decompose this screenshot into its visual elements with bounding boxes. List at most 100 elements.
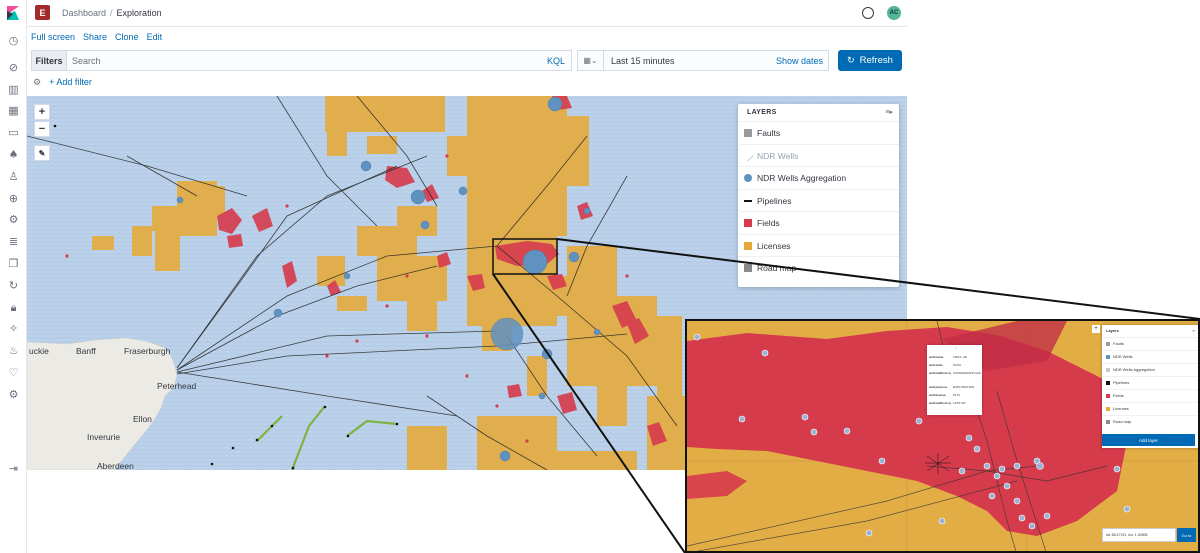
visualize-icon[interactable]: ▥ (7, 83, 20, 96)
go-to-button[interactable]: Go to (1177, 528, 1196, 542)
collapse-panel-icon[interactable]: ≡▸ (885, 108, 893, 116)
layer-swatch-icon (744, 129, 752, 137)
refresh-label: Refresh (859, 55, 893, 66)
calendar-icon[interactable]: ▦⌄ (578, 51, 604, 70)
layer-label: Fields (757, 218, 780, 228)
layer-swatch-icon (744, 264, 752, 272)
edit-link[interactable]: Edit (147, 32, 163, 42)
refresh-icon: ↻ (847, 55, 855, 65)
security-lock-icon[interactable]: 🔒︎ (7, 301, 20, 314)
inset-layer-label: NDR Wells Aggregation (1113, 367, 1155, 372)
siem-icon[interactable]: ↻ (7, 279, 20, 292)
search-input[interactable]: Search (72, 56, 101, 66)
inset-zoom-in-button[interactable]: + (1092, 325, 1100, 333)
space-selector-badge[interactable]: E (35, 5, 50, 20)
tooltip-row: well.name 7/9/16 -2E (929, 355, 967, 359)
layer-label: NDR Wells Aggregation (757, 173, 847, 183)
place-label: Peterhead (157, 381, 197, 391)
inset-collapse-icon[interactable]: ⇤ (1193, 328, 1196, 333)
layer-swatch-icon (744, 241, 752, 250)
layer-swatch-icon (744, 219, 752, 227)
uptime-icon[interactable]: ❐ (7, 257, 20, 270)
inset-layer-row[interactable]: Faults (1102, 337, 1198, 349)
inset-layer-row[interactable]: Fields (1102, 389, 1198, 401)
breadcrumb: Dashboard / Exploration (62, 8, 162, 18)
place-label: Fraserburgh (124, 346, 171, 356)
inset-layers-panel: Layers ⇤ Faults NDR Wells NDR Wells Aggreg… (1102, 325, 1198, 448)
show-dates-button[interactable]: Show dates (776, 56, 823, 66)
tooltip-close-icon[interactable]: × (955, 346, 957, 350)
layer-label: Pipelines (757, 195, 792, 206)
layer-swatch-icon (744, 174, 752, 182)
kibana-logo[interactable] (6, 6, 20, 20)
layer-label: Faults (757, 128, 781, 138)
layer-row[interactable]: NDR Wells (738, 143, 899, 166)
canvas-icon[interactable]: ▭ (7, 126, 20, 139)
place-label: Inverurie (87, 432, 121, 442)
collapse-nav-icon[interactable]: ⇥ (7, 462, 20, 475)
add-layer-button[interactable]: Add layer (1102, 434, 1195, 446)
layer-row[interactable]: Faults (738, 121, 899, 143)
ml-icon[interactable]: ♙ (7, 170, 20, 183)
inset-layer-row[interactable]: Pipelines (1102, 376, 1198, 388)
layer-row[interactable]: Fields (738, 211, 899, 233)
layer-row[interactable]: NDR Wells Aggregation (738, 166, 899, 188)
tooltip-row: well.purpose EXPLORATION (929, 385, 975, 389)
coordinate-input[interactable]: lat: 58.47191, lon: 1.00895 (1102, 528, 1176, 542)
tooltip-row: well.wellbore.ty CONDENSATE GAS (929, 371, 981, 375)
dashboard-icon[interactable]: ▦ (7, 104, 20, 117)
side-nav: ◷ ⊘ ▥ ▦ ▭ ♠ ♙ ⊕ ⚙ ≣ ❐ ↻ 🔒︎ ✧ ♨ ♡ ⚙ ⇥ (0, 0, 27, 553)
share-link[interactable]: Share (83, 32, 107, 42)
place-label: Ellon (133, 414, 152, 424)
layer-row[interactable]: Pipelines (738, 188, 899, 211)
inset-layer-label: Faults (1113, 341, 1124, 346)
layer-row[interactable]: Road map (738, 256, 899, 278)
query-bar: Filters Search KQL (31, 50, 572, 71)
date-picker: ▦⌄ Last 15 minutes Show dates (577, 50, 829, 71)
breadcrumb-dashboard[interactable]: Dashboard (62, 8, 106, 18)
refresh-button[interactable]: ↻ Refresh (838, 50, 902, 71)
maps-icon[interactable]: ♠ (7, 148, 20, 161)
tooltip-row: well.state SUSA (929, 363, 962, 367)
layer-row[interactable]: Licenses (738, 233, 899, 256)
monitoring-icon[interactable]: ♨ (7, 344, 20, 357)
inset-layer-row[interactable]: NDR Wells (1102, 350, 1198, 362)
help-icon[interactable] (862, 7, 874, 19)
inset-layer-swatch-icon (1106, 420, 1110, 424)
draw-tool-icon[interactable]: ✎ (34, 145, 50, 161)
recent-clock-icon[interactable]: ◷ (7, 34, 20, 47)
place-label: Banff (76, 346, 96, 356)
settings-gear-icon[interactable]: ⚙ (7, 388, 20, 401)
inset-layer-swatch-icon (1106, 407, 1110, 411)
inset-layer-row[interactable]: Licenses (1102, 402, 1198, 414)
inset-layer-row[interactable]: Road map (1102, 415, 1198, 427)
apm-icon[interactable]: ≣ (7, 235, 20, 248)
place-label: Aberdeen (97, 461, 134, 470)
full-screen-link[interactable]: Full screen (31, 32, 75, 42)
add-filter-button[interactable]: + Add filter (49, 77, 92, 87)
inset-layer-label: Fields (1113, 393, 1124, 398)
logs-icon[interactable]: ⚙ (7, 213, 20, 226)
stack-monitoring-icon[interactable]: ♡ (7, 366, 20, 379)
time-range-value[interactable]: Last 15 minutes (611, 56, 675, 66)
layer-swatch-icon (744, 199, 752, 202)
zoom-in-button[interactable]: + (34, 104, 50, 120)
avatar[interactable]: AC (887, 6, 901, 20)
tooltip-row: well.license P172 (929, 393, 961, 397)
breadcrumb-separator: / (110, 8, 113, 18)
kql-toggle-button[interactable]: KQL (547, 56, 565, 66)
layer-label: Licenses (757, 240, 791, 251)
devtools-icon[interactable]: ✧ (7, 322, 20, 335)
zoom-out-button[interactable]: − (34, 121, 50, 137)
place-label: uckie (29, 346, 49, 356)
inset-layer-label: Road map (1113, 419, 1132, 424)
layers-panel: LAYERS ≡▸ Faults NDR Wells NDR Wells Aggre… (738, 104, 899, 287)
inset-layer-row[interactable]: NDR Wells Aggregation (1102, 363, 1198, 375)
infra-icon[interactable]: ⊕ (7, 192, 20, 205)
clone-link[interactable]: Clone (115, 32, 139, 42)
layers-title: LAYERS (747, 109, 777, 116)
filter-settings-icon[interactable]: ⚙ (33, 78, 41, 88)
inset-layer-label: Licenses (1113, 406, 1129, 411)
filters-button[interactable]: Filters (32, 51, 67, 70)
discover-compass-icon[interactable]: ⊘ (7, 61, 20, 74)
